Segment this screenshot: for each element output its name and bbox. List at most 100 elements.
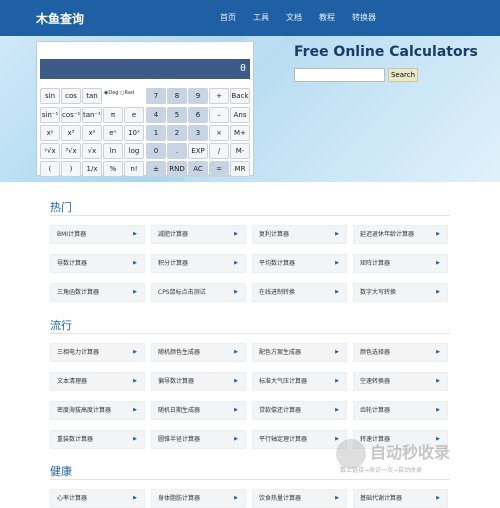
arrow-right-icon: ▶ — [436, 289, 440, 295]
calc-key[interactable]: 1 — [146, 125, 166, 141]
site-logo[interactable]: 木鱼查询 — [36, 10, 84, 27]
calc-key[interactable]: Back — [230, 88, 250, 104]
calculator-link-card[interactable]: 颜色选择器 ▶ — [353, 343, 448, 362]
calculator-link-card[interactable]: 延迟退休年龄计算器 ▶ — [353, 225, 448, 244]
calculator-link-card[interactable]: 积分计算器 ▶ — [151, 254, 246, 273]
card-label: 随机日期生成器 — [158, 407, 201, 414]
calc-key[interactable]: × — [209, 125, 229, 141]
calc-key[interactable]: = — [209, 161, 229, 177]
calc-key[interactable]: ln — [103, 143, 123, 159]
calc-key[interactable]: ) — [61, 161, 81, 177]
calc-key[interactable]: 3 — [188, 125, 208, 141]
calc-key[interactable]: 7 — [146, 88, 166, 104]
calculator-link-card[interactable]: 心率计算器 ▶ — [50, 489, 145, 508]
calc-key[interactable]: eˣ — [103, 125, 123, 141]
nav-link-tutorials[interactable]: 教程 — [319, 12, 335, 23]
calc-key[interactable]: tan — [82, 88, 102, 104]
calculator-link-card[interactable]: 重装数计算器 ▶ — [50, 430, 145, 449]
calc-key[interactable]: ( — [40, 161, 60, 177]
calc-key[interactable]: cos⁻¹ — [61, 107, 81, 123]
arrow-right-icon: ▶ — [335, 231, 339, 237]
calc-key[interactable]: 6 — [188, 107, 208, 123]
calc-key[interactable]: EXP — [188, 143, 208, 159]
calc-key[interactable]: √x — [82, 143, 102, 159]
calc-key[interactable]: 9 — [188, 88, 208, 104]
calculator-link-card[interactable]: 随机颜色生成器 ▶ — [151, 343, 246, 362]
calc-key[interactable]: – — [209, 107, 229, 123]
calc-key[interactable]: 4 — [146, 107, 166, 123]
calculator-link-card[interactable]: 身体脂肪计算器 ▶ — [151, 489, 246, 508]
calc-key[interactable]: ³√x — [61, 143, 81, 159]
calculator-link-card[interactable]: 数字大写转换 ▶ — [353, 283, 448, 302]
calculator-link-card[interactable]: 圆锥半径计算器 ▶ — [151, 430, 246, 449]
calculator-link-card[interactable]: 平行轴定理计算器 ▶ — [252, 430, 347, 449]
calculator-link-card[interactable]: BMI计算器 ▶ — [50, 225, 145, 244]
calculator-link-card[interactable]: 随机日期生成器 ▶ — [151, 401, 246, 420]
nav-link-docs[interactable]: 文档 — [286, 12, 302, 23]
calc-key[interactable]: / — [209, 143, 229, 159]
calculator-link-card[interactable]: 饮食热量计算器 ▶ — [252, 489, 347, 508]
calc-key[interactable]: % — [103, 161, 123, 177]
calculator-link-card[interactable]: 齿轮计算器 ▶ — [353, 401, 448, 420]
calc-key[interactable]: x³ — [61, 125, 81, 141]
calc-key[interactable]: Ans — [230, 107, 250, 123]
calculator-link-card[interactable]: 配色方案生成器 ▶ — [252, 343, 347, 362]
calc-key[interactable]: 0 — [146, 143, 166, 159]
calculator-link-card[interactable]: CPS鼠标点击测试 ▶ — [151, 283, 246, 302]
calculator-link-card[interactable]: 矩阵计算器 ▶ — [353, 254, 448, 273]
nav-link-tools[interactable]: 工具 — [253, 12, 269, 23]
calc-key[interactable]: π — [103, 107, 123, 123]
nav-link-home[interactable]: 首页 — [220, 12, 236, 23]
calc-key[interactable]: x² — [82, 125, 102, 141]
calc-key[interactable]: MR — [230, 161, 250, 177]
calculator-link-card[interactable]: 偏导数计算器 ▶ — [151, 372, 246, 391]
arrow-right-icon: ▶ — [436, 378, 440, 384]
arrow-right-icon: ▶ — [335, 349, 339, 355]
calculator-link-card[interactable]: 三相电力计算器 ▶ — [50, 343, 145, 362]
calc-key[interactable]: 8 — [167, 88, 187, 104]
calc-key[interactable]: ʸ√x — [40, 143, 60, 159]
calc-key[interactable]: sin — [40, 88, 60, 104]
calc-key[interactable]: 1/x — [82, 161, 102, 177]
calc-key[interactable]: cos — [61, 88, 81, 104]
card-label: 三角函数计算器 — [57, 289, 100, 296]
calc-key[interactable]: + — [209, 88, 229, 104]
calculator-link-card[interactable]: 标准大气压计算器 ▶ — [252, 372, 347, 391]
calculator-link-card[interactable]: 文本清理器 ▶ — [50, 372, 145, 391]
calc-key[interactable]: . — [167, 143, 187, 159]
arrow-right-icon: ▶ — [133, 407, 137, 413]
search-button[interactable]: Search — [388, 68, 418, 82]
calc-key[interactable]: 2 — [167, 125, 187, 141]
nav-link-converters[interactable]: 转换器 — [352, 12, 376, 23]
calc-key[interactable]: RND — [167, 161, 187, 177]
calculator-link-card[interactable]: 空速转换器 ▶ — [353, 372, 448, 391]
calculator-link-card[interactable]: 在线进制转换 ▶ — [252, 283, 347, 302]
arrow-right-icon: ▶ — [234, 289, 238, 295]
calculator-link-card[interactable]: 基础代谢计算器 ▶ — [353, 489, 448, 508]
calc-key[interactable]: ± — [146, 161, 166, 177]
calc-key[interactable]: M- — [230, 143, 250, 159]
calc-key[interactable]: xʸ — [40, 125, 60, 141]
calculator-link-card[interactable]: 贷款偿还计算器 ▶ — [252, 401, 347, 420]
calc-key[interactable]: AC — [188, 161, 208, 177]
calc-key[interactable]: 5 — [167, 107, 187, 123]
calc-key[interactable]: M+ — [230, 125, 250, 141]
calc-key[interactable]: e — [124, 107, 144, 123]
calc-key[interactable]: log — [124, 143, 144, 159]
calc-key[interactable]: tan⁻¹ — [82, 107, 102, 123]
calc-key[interactable]: n! — [124, 161, 144, 177]
calculator-link-card[interactable]: 平均数计算器 ▶ — [252, 254, 347, 273]
section-divider — [50, 215, 450, 216]
calculator-link-card[interactable]: 密度海拔高度计算器 ▶ — [50, 401, 145, 420]
calc-key[interactable]: sin⁻¹ — [40, 107, 60, 123]
calculator-link-card[interactable]: 三角函数计算器 ▶ — [50, 283, 145, 302]
section-title: 热门 — [50, 201, 72, 214]
calc-key[interactable]: 10ˣ — [124, 125, 144, 141]
arrow-right-icon: ▶ — [436, 231, 440, 237]
arrow-right-icon: ▶ — [133, 289, 137, 295]
calculator-link-card[interactable]: 复利计算器 ▶ — [252, 225, 347, 244]
calculator-link-card[interactable]: 减肥计算器 ▶ — [151, 225, 246, 244]
angle-mode-toggle[interactable]: ◉Deg ○Rad — [104, 90, 134, 96]
calculator-link-card[interactable]: 导数计算器 ▶ — [50, 254, 145, 273]
search-input[interactable] — [294, 68, 385, 82]
